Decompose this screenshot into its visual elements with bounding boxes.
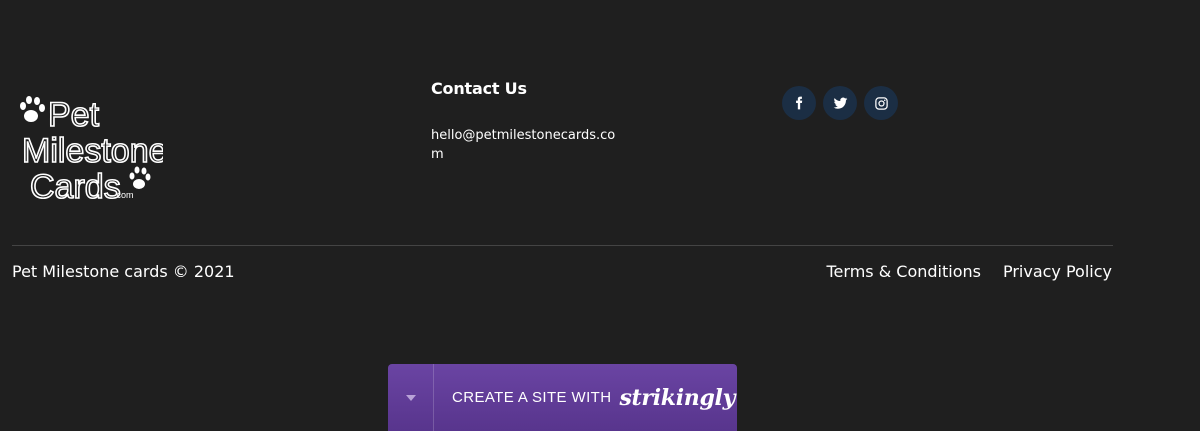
create-site-label: CREATE A SITE WITH [452, 389, 612, 406]
logo-suffix: .com [114, 190, 134, 200]
strikingly-banner: CREATE A SITE WITH strikingly [388, 364, 737, 431]
privacy-link[interactable]: Privacy Policy [1003, 262, 1112, 281]
copyright-text: Pet Milestone cards © 2021 [12, 262, 235, 281]
twitter-button[interactable] [823, 86, 857, 120]
site-logo[interactable]: Pet Milestone Cards .com [18, 92, 163, 207]
instagram-button[interactable] [864, 86, 898, 120]
logo-line-3: Cards [30, 168, 121, 206]
logo-line-2: Milestone [22, 132, 163, 170]
facebook-button[interactable] [782, 86, 816, 120]
contact-email[interactable]: hello@petmilestonecards.com [431, 126, 621, 164]
footer-page: Pet Milestone Cards .com Contact Us hell… [0, 0, 1200, 431]
footer-divider [12, 245, 1113, 246]
paw-icon [20, 96, 45, 122]
twitter-icon [833, 97, 847, 109]
facebook-icon [796, 96, 803, 110]
strikingly-logo: strikingly [619, 384, 736, 411]
contact-title: Contact Us [431, 79, 527, 98]
logo-graphic: Pet Milestone Cards .com [20, 95, 163, 207]
create-site-button[interactable]: CREATE A SITE WITH strikingly [434, 385, 735, 411]
social-links [782, 86, 898, 120]
terms-link[interactable]: Terms & Conditions [827, 262, 981, 281]
legal-links: Terms & Conditions Privacy Policy [827, 262, 1113, 281]
banner-toggle-button[interactable] [388, 364, 434, 431]
contact-section: Contact Us hello@petmilestonecards.com [431, 79, 631, 164]
caret-down-icon [405, 394, 416, 401]
instagram-icon [874, 96, 888, 110]
logo-line-1: Pet [48, 96, 100, 134]
